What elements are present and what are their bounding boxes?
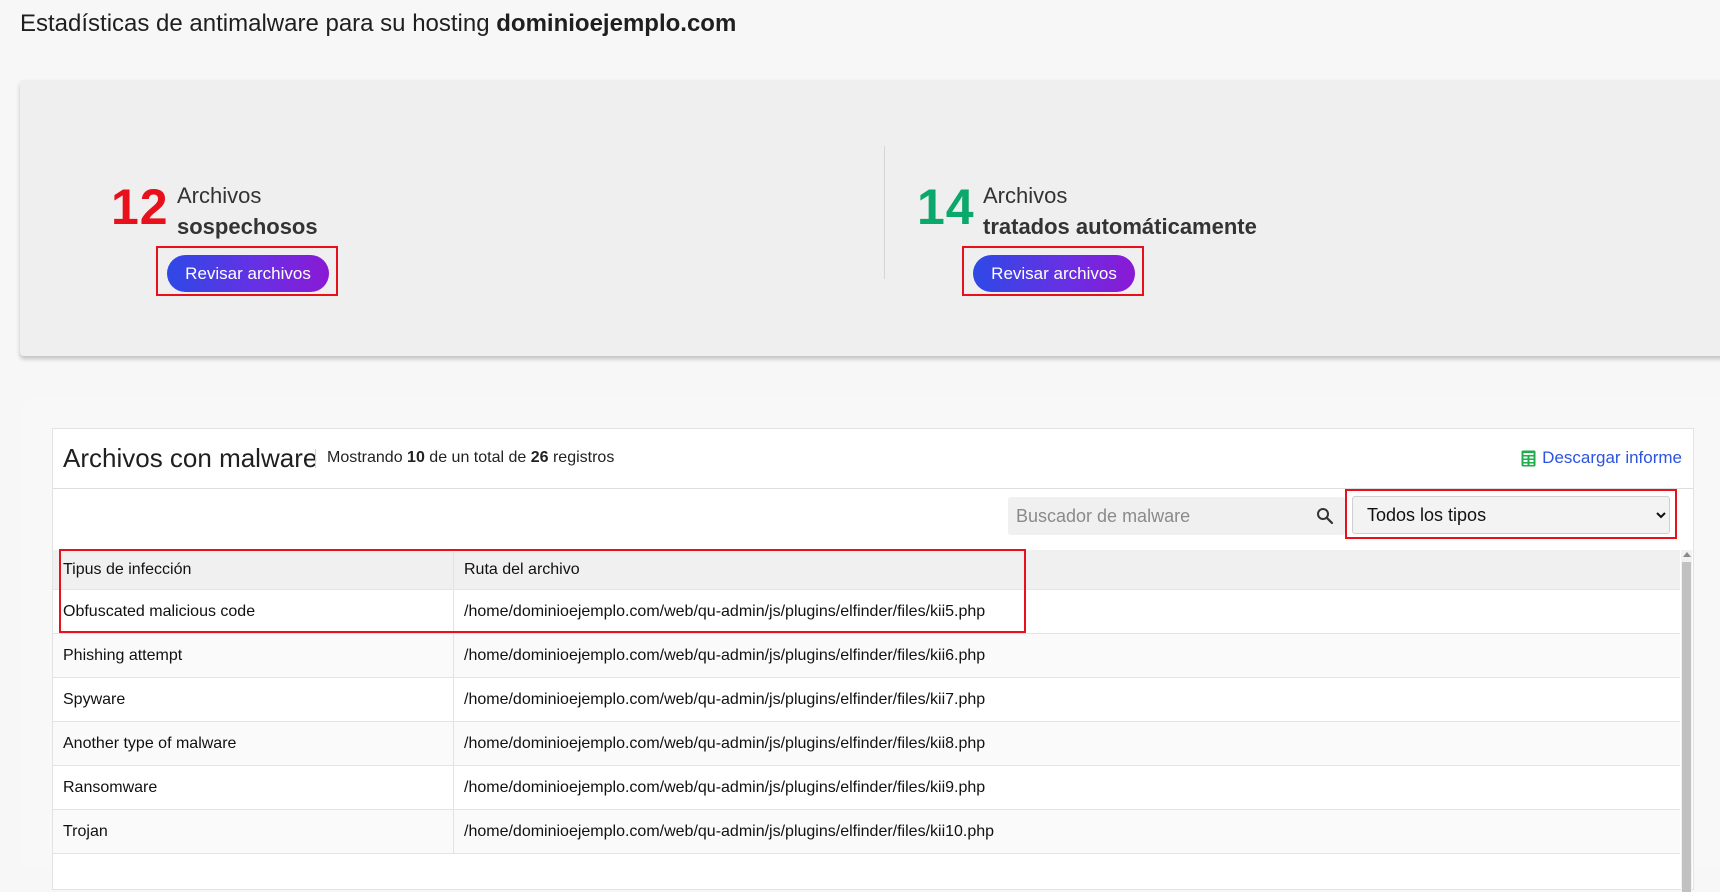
table-header-row: Tipus de infección Ruta del archivo: [53, 550, 1680, 590]
file-path-cell: /home/dominioejemplo.com/web/qu-admin/js…: [453, 633, 1680, 678]
page-title: Estadísticas de antimalware para su host…: [20, 10, 736, 38]
review-treated-files-button[interactable]: Revisar archivos: [973, 255, 1135, 292]
count-shown: 10: [407, 449, 425, 466]
download-report-link[interactable]: Descargar informe: [1521, 448, 1682, 468]
stat-label-bottom: tratados automáticamente: [983, 214, 1257, 239]
stat-number: 12: [111, 179, 169, 235]
review-suspicious-files-button[interactable]: Revisar archivos: [167, 255, 329, 292]
infection-type-cell: Another type of malware: [53, 721, 454, 766]
stats-panel: 12 Archivos sospechosos Revisar archivos…: [20, 80, 1720, 356]
stats-divider: [884, 146, 885, 279]
file-path-cell: /home/dominioejemplo.com/web/qu-admin/js…: [453, 721, 1680, 766]
infection-type-cell: Spyware: [53, 677, 454, 722]
file-path-cell: /home/dominioejemplo.com/web/qu-admin/js…: [453, 809, 1680, 854]
count-middle: de un total de: [429, 449, 527, 466]
stat-label-top: Archivos: [983, 183, 1068, 208]
table-row[interactable]: Another type of malware /home/dominioeje…: [53, 721, 1680, 766]
table-row[interactable]: Obfuscated malicious code /home/dominioe…: [53, 589, 1680, 634]
card-title: Archivos con malware: [63, 443, 318, 473]
file-path-cell: /home/dominioejemplo.com/web/qu-admin/js…: [453, 765, 1680, 810]
stat-label-top: Archivos: [177, 183, 262, 208]
stat-number: 14: [917, 179, 975, 235]
stat-label: Archivos tratados automáticamente: [983, 180, 1257, 242]
count-total: 26: [530, 449, 549, 466]
malware-card: Archivos con malware Mostrando 10 de un …: [52, 428, 1694, 892]
scroll-up-arrow-icon[interactable]: [1683, 552, 1691, 557]
column-header-file-path[interactable]: Ruta del archivo: [453, 550, 1680, 590]
file-path-cell: /home/dominioejemplo.com/web/qu-admin/js…: [453, 677, 1680, 722]
table-row[interactable]: Ransomware /home/dominioejemplo.com/web/…: [53, 765, 1680, 810]
download-report-label: Descargar informe: [1542, 448, 1682, 467]
count-suffix: registros: [552, 449, 615, 466]
file-path-cell: /home/dominioejemplo.com/web/qu-admin/js…: [453, 589, 1680, 634]
table-row[interactable]: Spyware /home/dominioejemplo.com/web/qu-…: [53, 677, 1680, 722]
table-row[interactable]: Trojan /home/dominioejemplo.com/web/qu-a…: [53, 809, 1680, 854]
column-header-infection-type[interactable]: Tipus de infección: [53, 550, 454, 590]
malware-type-select[interactable]: Todos los tipos: [1352, 496, 1670, 534]
card-header: Archivos con malware Mostrando 10 de un …: [53, 429, 1693, 489]
page-title-prefix: Estadísticas de antimalware para su host…: [20, 10, 490, 37]
spreadsheet-icon: [1521, 450, 1536, 466]
review-button-highlight: Revisar archivos: [156, 246, 338, 296]
stat-label-bottom: sospechosos: [177, 214, 318, 239]
infection-type-cell: Obfuscated malicious code: [53, 589, 454, 634]
header-divider: [315, 449, 316, 468]
page-title-domain: dominioejemplo.com: [496, 10, 737, 37]
malware-section: Archivos con malware Mostrando 10 de un …: [20, 397, 1720, 892]
malware-search-input[interactable]: [1008, 497, 1314, 535]
table-toolbar: Todos los tipos: [53, 489, 1693, 549]
search-icon[interactable]: [1316, 507, 1334, 525]
table-row[interactable]: Phishing attempt /home/dominioejemplo.co…: [53, 633, 1680, 678]
review-button-highlight: Revisar archivos: [962, 246, 1144, 296]
malware-table-area: Tipus de infección Ruta del archivo Obfu…: [53, 549, 1693, 892]
infection-type-cell: Phishing attempt: [53, 633, 454, 678]
type-filter-highlight: Todos los tipos: [1345, 489, 1677, 539]
infection-type-cell: Ransomware: [53, 765, 454, 810]
table-scrollbar[interactable]: [1681, 550, 1692, 892]
count-prefix: Mostrando: [327, 449, 403, 466]
malware-table: Tipus de infección Ruta del archivo Obfu…: [53, 550, 1680, 854]
records-count: Mostrando 10 de un total de 26 registros: [327, 449, 614, 467]
infection-type-cell: Trojan: [53, 809, 454, 854]
scrollbar-thumb[interactable]: [1682, 562, 1691, 892]
stat-label: Archivos sospechosos: [177, 180, 318, 242]
malware-search: [1008, 497, 1346, 535]
